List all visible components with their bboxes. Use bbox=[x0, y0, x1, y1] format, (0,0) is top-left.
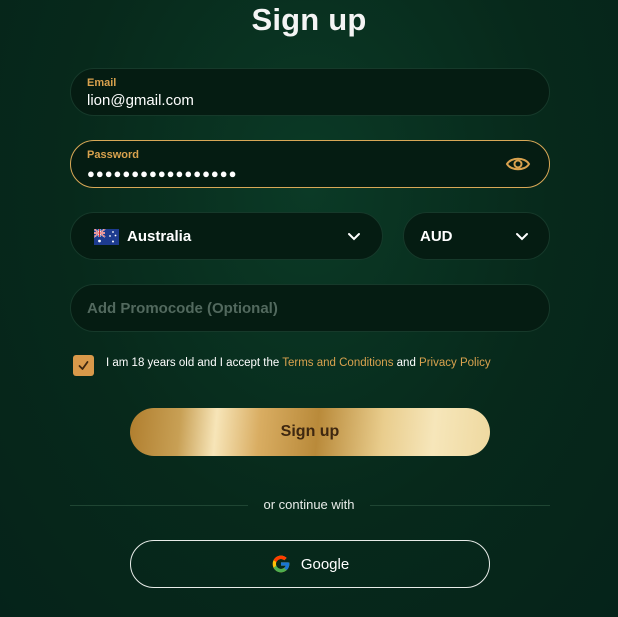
terms-link[interactable]: Terms and Conditions bbox=[282, 357, 393, 369]
consent-middle: and bbox=[393, 357, 420, 369]
email-field[interactable]: Email lion@gmail.com bbox=[70, 68, 550, 116]
country-value: Australia bbox=[127, 228, 192, 245]
page-title: Sign up bbox=[251, 2, 367, 37]
country-select[interactable]: Australia bbox=[70, 212, 383, 260]
password-value[interactable]: ●●●●●●●●●●●●●●●●● bbox=[87, 166, 238, 181]
promocode-input[interactable]: Add Promocode (Optional) bbox=[70, 284, 550, 332]
email-label: Email bbox=[87, 77, 117, 89]
divider-text: or continue with bbox=[263, 497, 355, 512]
google-button[interactable]: Google bbox=[130, 540, 490, 588]
password-label: Password bbox=[87, 149, 139, 161]
checkmark-icon bbox=[78, 361, 89, 370]
consent-prefix: I am 18 years old and I accept the bbox=[106, 357, 283, 369]
signup-button-label: Sign up bbox=[280, 423, 340, 440]
google-button-label: Google bbox=[300, 555, 350, 573]
currency-value: AUD bbox=[420, 228, 453, 245]
currency-select[interactable]: AUD bbox=[403, 212, 550, 260]
australia-flag-icon bbox=[94, 229, 119, 245]
chevron-down-icon bbox=[348, 233, 360, 241]
password-field[interactable]: Password ●●●●●●●●●●●●●●●●● bbox=[70, 140, 550, 188]
email-value[interactable]: lion@gmail.com bbox=[87, 92, 194, 109]
google-icon bbox=[272, 555, 290, 573]
promocode-placeholder: Add Promocode (Optional) bbox=[87, 300, 278, 317]
privacy-link[interactable]: Privacy Policy bbox=[419, 357, 491, 369]
consent-text: I am 18 years old and I accept the Terms… bbox=[106, 357, 491, 369]
chevron-down-icon bbox=[516, 233, 528, 241]
eye-icon[interactable] bbox=[505, 153, 531, 175]
consent-checkbox[interactable] bbox=[73, 355, 94, 376]
signup-button[interactable]: Sign up bbox=[130, 408, 490, 456]
